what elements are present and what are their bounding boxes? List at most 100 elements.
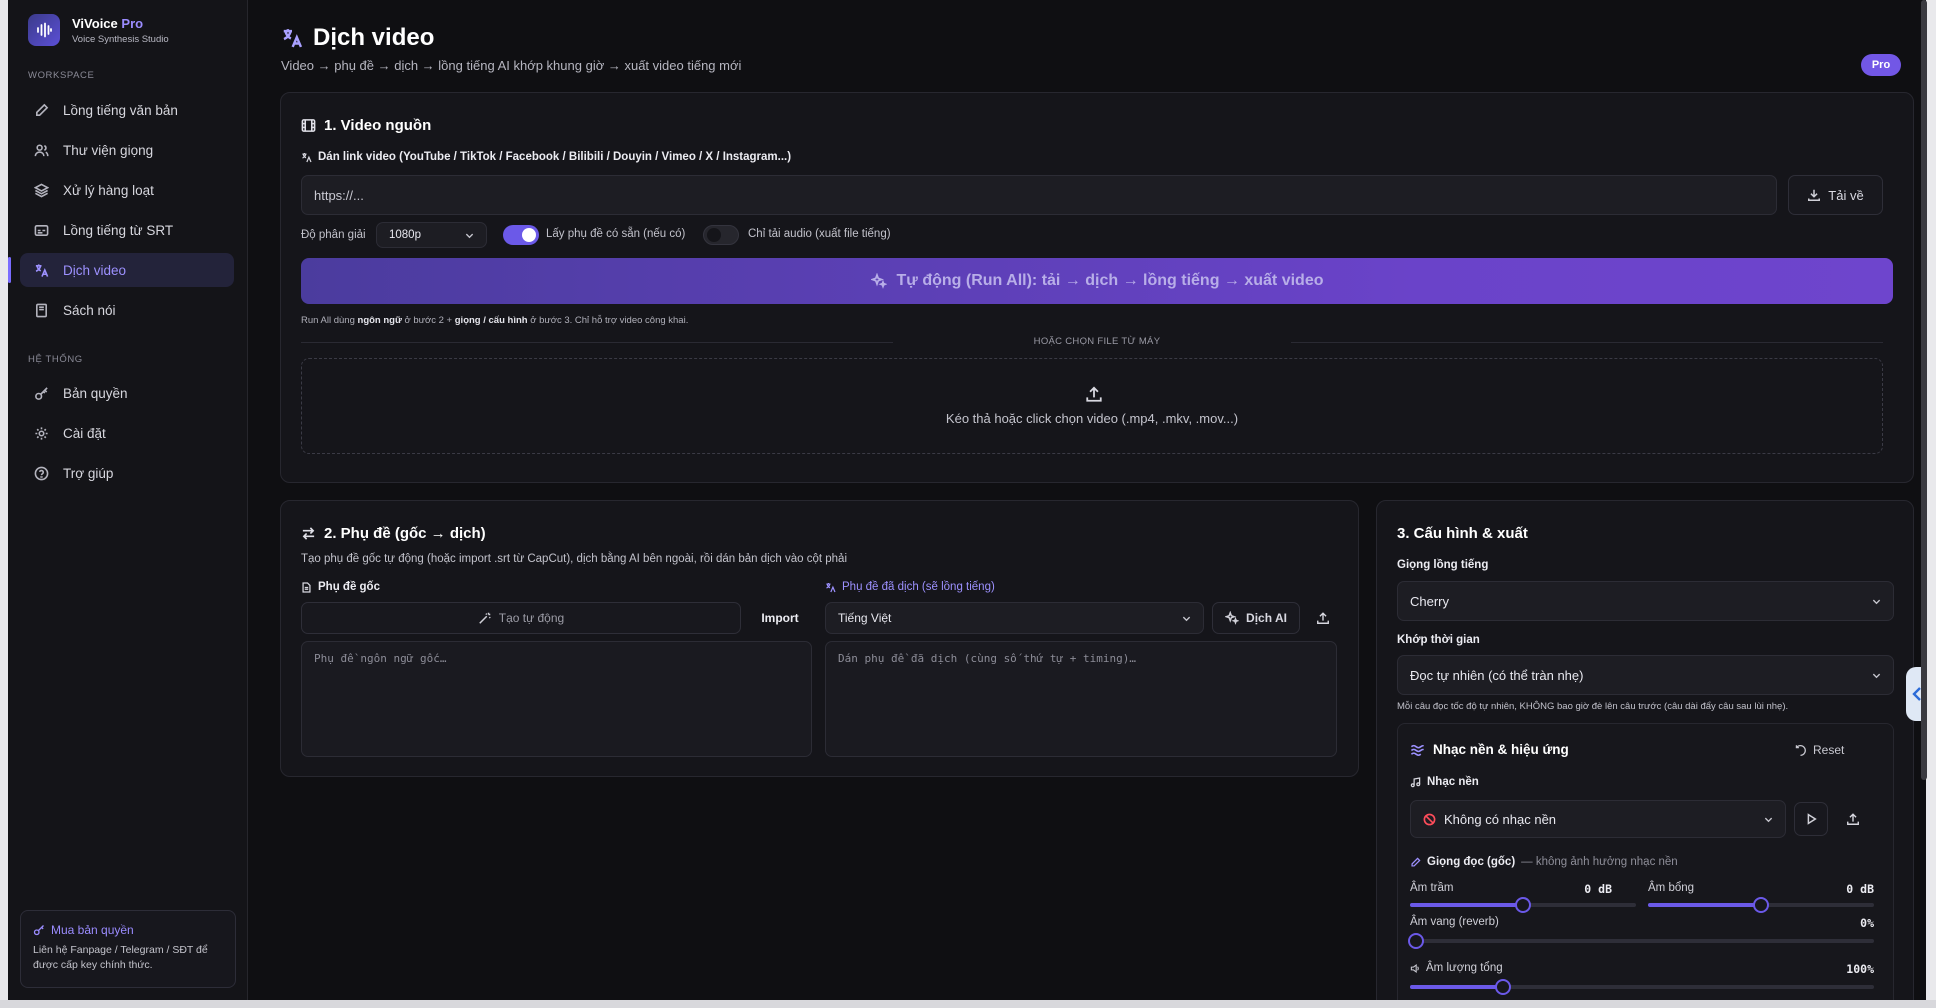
slider-knob[interactable]: [1494, 979, 1511, 995]
config-title: 3. Cấu hình & xuất: [1397, 525, 1528, 542]
slider-fill: [1410, 985, 1503, 989]
slider-knob[interactable]: [1515, 897, 1531, 913]
upload-icon: [1847, 813, 1859, 825]
original-subs-textarea[interactable]: Phụ đề ngôn ngữ gốc…: [301, 641, 812, 757]
subtitles-icon: [34, 224, 49, 236]
sidebar: ViVoice Pro Voice Synthesis Studio WORKS…: [8, 0, 248, 1000]
volume-slider[interactable]: [1410, 979, 1874, 995]
sparkles-icon: [1225, 611, 1240, 625]
voice-fx-label: Giọng đọc (gốc) — không ảnh hưởng nhạc n…: [1410, 856, 1678, 868]
key-icon: [35, 386, 48, 400]
bass-value: 0 dB: [1584, 882, 1612, 896]
reverb-slider[interactable]: [1408, 933, 1874, 949]
main-content: Dịch video Video → phụ đề → dịch → lồng …: [249, 0, 1926, 1000]
audio-only-label: Chỉ tải audio (xuất file tiếng): [748, 228, 891, 240]
resolution-select[interactable]: 1080p: [376, 222, 487, 248]
existing-subs-label: Lấy phụ đề có sẵn (nếu có): [546, 228, 686, 240]
upload-icon: [1086, 386, 1102, 402]
slider-fill: [1648, 903, 1761, 907]
subtitles-description: Tạo phụ đề gốc tự động (hoặc import .srt…: [301, 553, 848, 565]
slider-knob[interactable]: [1408, 933, 1424, 949]
volume-value: 100%: [1846, 962, 1874, 976]
upload-music-button[interactable]: [1836, 802, 1870, 836]
users-icon: [34, 143, 49, 156]
toggle-knob: [522, 228, 536, 242]
dropzone-text: Kéo thả hoặc click chọn video (.mp4, .mk…: [945, 411, 1239, 426]
music-note-icon: [1410, 776, 1421, 787]
video-dropzone[interactable]: Kéo thả hoặc click chọn video (.mp4, .mk…: [301, 358, 1883, 454]
treble-value: 0 dB: [1846, 882, 1874, 896]
buy-license-title: Mua bản quyền: [33, 923, 223, 937]
original-subs-label: Phụ đề gốc: [301, 581, 380, 593]
subtitles-card: 2. Phụ đề (gốc → dịch) Tạo phụ đề gốc tự…: [280, 500, 1359, 777]
chevron-down-icon: [1764, 817, 1773, 823]
brand[interactable]: ViVoice Pro Voice Synthesis Studio: [28, 14, 169, 46]
slider-knob[interactable]: [1753, 897, 1769, 913]
chevron-down-icon: [1872, 673, 1881, 679]
chevron-down-icon: [1872, 599, 1881, 605]
layers-icon: [34, 183, 49, 197]
sidebar-item-help[interactable]: Trợ giúp: [20, 456, 234, 490]
play-button[interactable]: [1794, 802, 1828, 836]
gear-icon: [35, 426, 48, 440]
slider-fill: [1410, 903, 1523, 907]
translate-icon: [283, 29, 303, 48]
play-icon: [1807, 813, 1817, 825]
target-language-select[interactable]: Tiếng Việt: [825, 602, 1204, 634]
sidebar-item-batch[interactable]: Xử lý hàng loạt: [20, 173, 234, 207]
help-icon: [34, 466, 49, 480]
translate-icon: [302, 152, 312, 162]
pro-badge: Pro: [1861, 54, 1901, 76]
magic-wand-icon: [479, 612, 491, 624]
music-effects-title: Nhạc nền & hiệu ứng: [1410, 742, 1569, 757]
page-subtitle: Video → phụ đề → dịch → lồng tiếng AI kh…: [281, 58, 742, 73]
upload-icon: [1317, 612, 1329, 624]
system-section-label: HỆ THỐNG: [28, 354, 83, 365]
sidebar-item-settings[interactable]: Cài đặt: [20, 416, 234, 450]
translated-subs-textarea[interactable]: Dán phụ đề đã dịch (cùng số thứ tự + tim…: [825, 641, 1337, 757]
treble-slider[interactable]: [1648, 897, 1874, 913]
book-icon: [36, 303, 47, 317]
sidebar-item-srt-dubbing[interactable]: Lồng tiếng từ SRT: [20, 213, 234, 247]
timing-select[interactable]: Đọc tự nhiên (có thể tràn nhẹ): [1397, 655, 1894, 695]
resolution-label: Độ phân giải: [301, 229, 366, 241]
chevron-down-icon: [1182, 616, 1191, 622]
reset-button[interactable]: Reset: [1794, 738, 1844, 762]
film-icon: [301, 119, 316, 132]
sidebar-item-audiobook[interactable]: Sách nói: [20, 293, 234, 327]
voice-label: Giọng lồng tiếng: [1397, 559, 1489, 571]
voice-select[interactable]: Cherry: [1397, 581, 1894, 621]
page-scrollbar[interactable]: [1921, 0, 1927, 780]
bg-music-select[interactable]: Không có nhạc nền: [1410, 800, 1786, 838]
download-button[interactable]: Tải về: [1788, 175, 1883, 215]
divider: [301, 342, 893, 343]
run-all-button[interactable]: Tự động (Run All): tải → dịch → lồng tiế…: [301, 258, 1893, 304]
auto-create-button[interactable]: Tạo tự động: [301, 602, 741, 634]
existing-subs-toggle[interactable]: [503, 225, 539, 245]
audio-only-toggle[interactable]: [703, 225, 739, 245]
video-url-input[interactable]: https://...: [301, 175, 1777, 215]
video-source-card: 1. Video nguồn Dán link video (YouTube /…: [280, 92, 1914, 483]
video-source-title: 1. Video nguồn: [301, 117, 431, 134]
buy-license-card[interactable]: Mua bản quyền Liên hệ Fanpage / Telegram…: [20, 910, 236, 988]
export-subs-button[interactable]: [1308, 602, 1338, 634]
waves-icon: [1410, 744, 1424, 757]
sidebar-item-video-translate[interactable]: Dịch video: [8, 253, 234, 287]
translate-ai-button[interactable]: Dịch AI: [1212, 602, 1300, 634]
video-link-label: Dán link video (YouTube / TikTok / Faceb…: [301, 151, 791, 163]
bass-slider[interactable]: [1410, 897, 1636, 913]
download-icon: [1808, 189, 1821, 201]
sidebar-item-text-dubbing[interactable]: Lồng tiếng văn bản: [20, 93, 234, 127]
run-all-note: Run All dùng ngôn ngữ ở bước 2 + giọng /…: [301, 315, 689, 326]
sidebar-item-voice-library[interactable]: Thư viện giọng: [20, 133, 234, 167]
os-taskbar: [0, 1000, 1936, 1008]
reset-icon: [1795, 744, 1806, 756]
file-icon: [302, 581, 311, 593]
speaker-icon: [1410, 963, 1419, 973]
workspace-section-label: WORKSPACE: [28, 70, 95, 81]
import-button[interactable]: Import: [751, 602, 809, 634]
sidebar-item-license[interactable]: Bản quyền: [20, 376, 234, 410]
pen-icon: [1411, 856, 1421, 867]
sparkles-icon: [870, 273, 887, 289]
key-icon: [33, 925, 44, 936]
